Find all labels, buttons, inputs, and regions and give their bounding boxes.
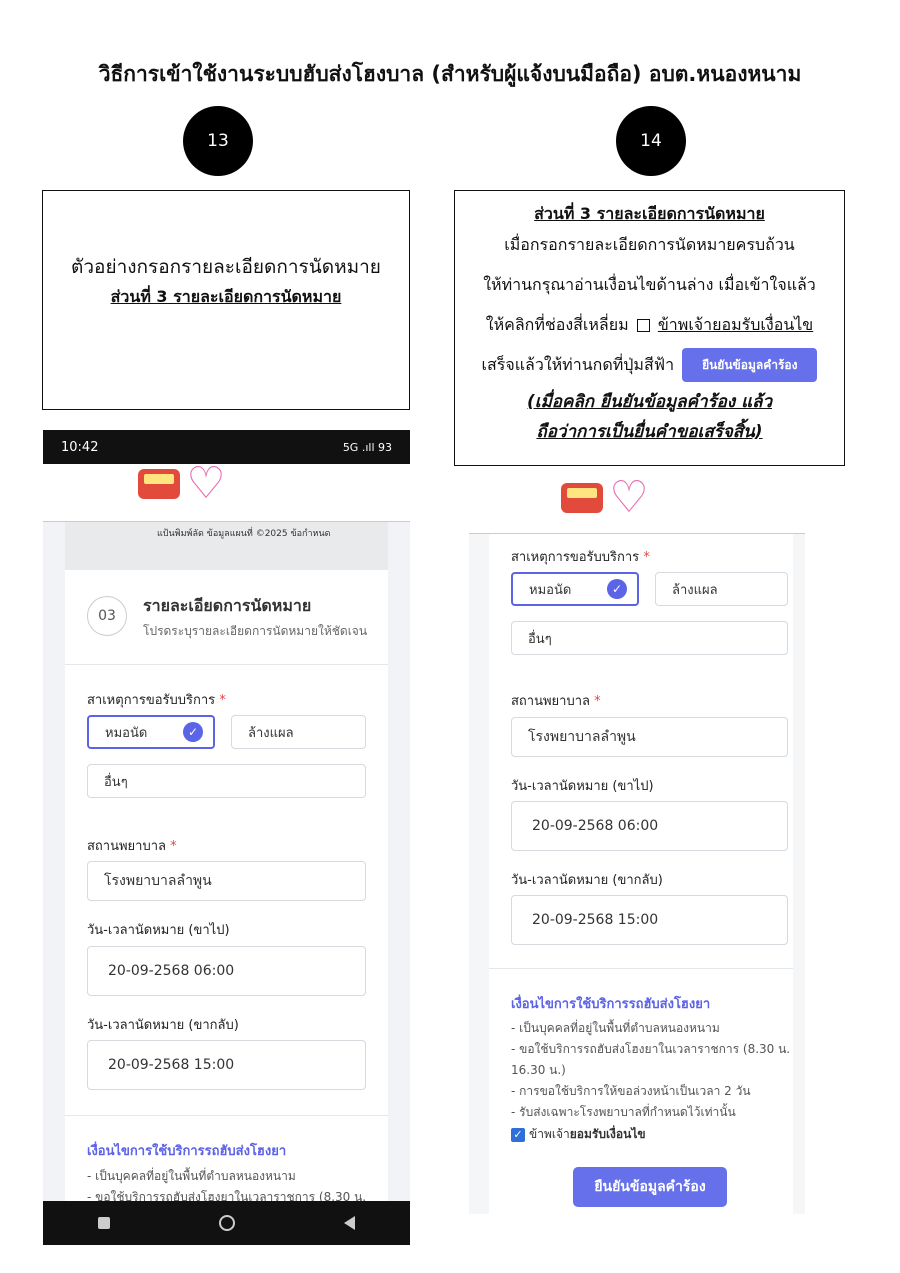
step-14-badge: 14 [616,106,686,176]
box13-line1: ตัวอย่างกรอกรายละเอียดการนัดหมาย [71,256,381,278]
checkbox-square-icon [636,319,650,332]
back-datetime-label: วัน-เวลานัดหมาย (ขากลับ) [87,1018,239,1033]
appointment-form: สาเหตุการขอรับบริการ * หมอนัด ✓ ล้างแผล … [65,665,388,1115]
agree-checkbox[interactable]: ✓ [511,1127,525,1142]
sample-confirm-button: ยืนยันข้อมูลคำร้อง [682,348,818,382]
agree-row: ✓ ข้าพเจ้า ยอมรับเงื่อนไข [511,1125,646,1144]
hospital-input[interactable]: โรงพยาบาลลำพูน [511,717,788,757]
reason-label: สาเหตุการขอรับบริการ * [511,550,650,565]
app-header: ♡ [43,458,410,522]
hospital-input[interactable]: โรงพยาบาลลำพูน [87,861,366,901]
conditions-section-14: เงื่อนไขการใช้บริการรถฮับส่งโฮงยา - เป็น… [489,968,793,1214]
map-preview[interactable]: แป้นพิมพ์ลัด ข้อมูลแผนที่ ©2025 ข้อกำหนด [65,522,388,570]
reason-option-doctor[interactable]: หมอนัด ✓ [87,715,215,749]
box14-line3-agree: ข้าพเจ้ายอมรับเงื่อนไข [657,315,814,334]
submit-button[interactable]: ยืนยันข้อมูลคำร้อง [573,1167,727,1207]
heart-logo-icon: ♡ [186,458,226,509]
back-datetime-input[interactable]: 20-09-2568 15:00 [87,1040,366,1090]
box14-line2: ให้ท่านกรุณาอ่านเงื่อนไขด้านล่าง เมื่อเข… [483,275,816,294]
bus-icon [138,469,180,499]
box14-note1: (เมื่อคลิก ยืนยันข้อมูลคำร้อง แล้ว [526,392,772,412]
conditions-title: เงื่อนไขการใช้บริการรถฮับส่งโฮงยา [87,1144,287,1159]
status-indicators: 5G .ıll 93 [342,440,392,454]
box13-line2: ส่วนที่ 3 รายละเอียดการนัดหมาย [110,287,342,306]
agree-prefix: ข้าพเจ้า [529,1127,570,1141]
phone-screenshot-14: ♡ สาเหตุการขอรับบริการ * หมอนัด ✓ ล้างแผ… [469,476,805,1214]
app-logo: ♡ [138,458,232,509]
reason-option-other[interactable]: อื่นๆ [511,621,788,655]
reason-option-other[interactable]: อื่นๆ [87,764,366,798]
reason-label: สาเหตุการขอรับบริการ * [87,693,226,708]
app-header-14: ♡ [469,476,805,534]
check-icon: ✓ [607,579,627,599]
agree-bold: ยอมรับเงื่อนไข [569,1127,646,1141]
section-number: 03 [87,596,127,636]
condition-1: - เป็นบุคคลที่อยู่ในพื้นที่ตำบลหนองหนาม [511,1021,720,1035]
reason-option-doctor[interactable]: หมอนัด ✓ [511,572,639,606]
hospital-label: สถานพยาบาล * [87,839,177,854]
map-credit: แป้นพิมพ์ลัด ข้อมูลแผนที่ ©2025 ข้อกำหนด [157,529,331,539]
step-13-badge: 13 [183,106,253,176]
reason-option-doctor-label: หมอนัด [529,582,572,598]
conditions-section: เงื่อนไขการใช้บริการรถฮับส่งโฮงยา - เป็น… [65,1115,388,1205]
reason-option-doctor-label: หมอนัด [105,725,148,741]
condition-2-cont: 16.30 น.) [511,1063,566,1077]
go-datetime-input[interactable]: 20-09-2568 06:00 [511,801,788,851]
go-datetime-input[interactable]: 20-09-2568 06:00 [87,946,366,996]
phone-screenshot-13: 10:42 5G .ıll 93 ♡ แป้นพิมพ์ลัด ข้อมูลแผ… [43,430,410,1245]
appointment-form-14: สาเหตุการขอรับบริการ * หมอนัด ✓ ล้างแผล … [489,534,793,968]
heart-logo-icon: ♡ [609,476,649,523]
condition-1: - เป็นบุคคลที่อยู่ในพื้นที่ตำบลหนองหนาม [87,1169,296,1183]
step-14-instruction-box: ส่วนที่ 3 รายละเอียดการนัดหมาย เมื่อกรอก… [454,190,845,466]
reason-option-wound[interactable]: ล้างแผล [231,715,366,749]
section-title: รายละเอียดการนัดหมาย [143,596,312,615]
bus-icon [561,483,603,513]
back-datetime-label: วัน-เวลานัดหมาย (ขากลับ) [511,873,663,888]
condition-2: - ขอใช้บริการรถฮับส่งโฮงยาในเวลาราชการ (… [511,1042,791,1056]
box14-note2: ถือว่าการเป็นยื่นคำขอเสร็จสิ้น) [536,422,763,442]
app-logo-14: ♡ [561,476,655,523]
section-subtitle: โปรดระบุรายละเอียดการนัดหมายให้ชัดเจน [143,624,368,638]
condition-3: - การขอใช้บริการให้ขอล่วงหน้าเป็นเวลา 2 … [511,1084,751,1098]
box14-line4-text: เสร็จแล้วให้ท่านกดที่ปุ่มสีฟ้า [481,355,675,374]
back-datetime-input[interactable]: 20-09-2568 15:00 [511,895,788,945]
back-icon[interactable] [344,1216,356,1230]
go-datetime-label: วัน-เวลานัดหมาย (ขาไป) [87,923,230,938]
status-bar: 10:42 5G .ıll 93 [43,430,410,464]
recents-icon[interactable] [97,1217,110,1229]
conditions-title: เงื่อนไขการใช้บริการรถฮับส่งโฮงยา [511,997,711,1012]
box14-heading: ส่วนที่ 3 รายละเอียดการนัดหมาย [534,204,765,223]
box14-line4: เสร็จแล้วให้ท่านกดที่ปุ่มสีฟ้า ยืนยันข้อ… [455,345,844,385]
page-title: วิธีการเข้าใช้งานระบบฮับส่งโฮงบาล (สำหรั… [98,62,802,86]
section-header: 03 รายละเอียดการนัดหมาย โปรดระบุรายละเอี… [65,570,388,665]
check-icon: ✓ [183,722,203,742]
box14-line1: เมื่อกรอกรายละเอียดการนัดหมายครบถ้วน [504,235,795,254]
status-time: 10:42 [61,439,99,455]
box14-line3-prefix: ให้คลิกที่ช่องสี่เหลี่ยม [485,315,629,334]
home-icon[interactable] [218,1215,235,1231]
reason-option-wound[interactable]: ล้างแผล [655,572,788,606]
go-datetime-label: วัน-เวลานัดหมาย (ขาไป) [511,779,654,794]
condition-4: - รับส่งเฉพาะโรงพยาบาลที่กำหนดไว้เท่านั้… [511,1105,736,1119]
box14-line3: ให้คลิกที่ช่องสี่เหลี่ยม ข้าพเจ้ายอมรับเ… [455,305,844,345]
hospital-label: สถานพยาบาล * [511,694,601,709]
step-13-instruction-box: ตัวอย่างกรอกรายละเอียดการนัดหมาย ส่วนที่… [42,190,410,410]
android-nav-bar [43,1201,410,1245]
